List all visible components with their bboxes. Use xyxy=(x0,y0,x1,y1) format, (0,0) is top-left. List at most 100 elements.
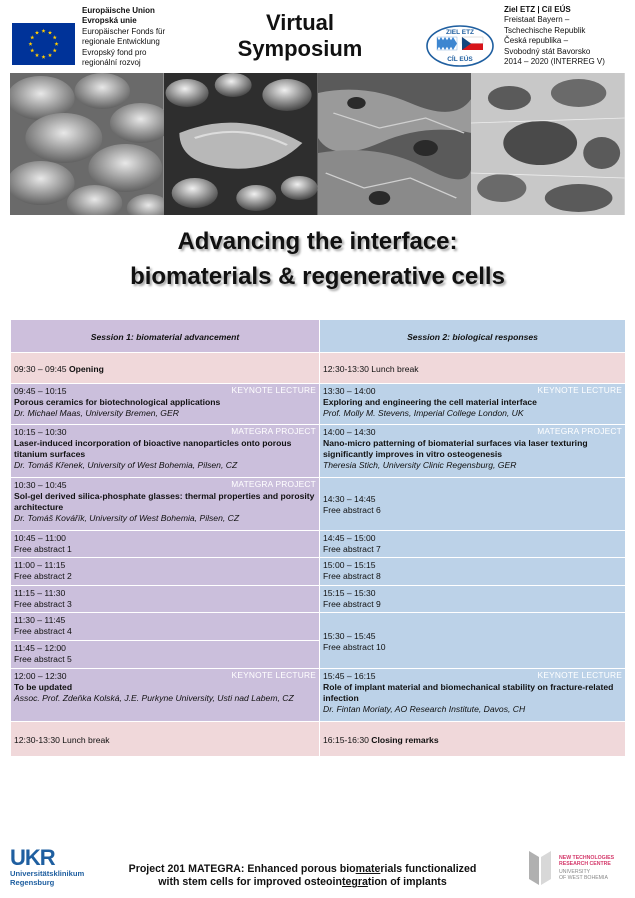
free-time: 11:45 – 12:00 xyxy=(14,643,66,653)
program-table: Session 1: biomaterial advancement 09:30… xyxy=(11,320,625,757)
free-abstract-row: 11:45 – 12:00 Free abstract 5 xyxy=(11,641,319,669)
ntc-university: UNIVERSITY OF WEST BOHEMIA xyxy=(559,869,629,882)
ziel-logo-bottom-text: CÍL EÚS xyxy=(447,54,473,63)
event-title-line1: Virtual xyxy=(265,10,335,35)
session2-column: Session 2: biological responses 12:30-13… xyxy=(320,320,625,757)
session2-header: Session 2: biological responses xyxy=(320,320,625,353)
free-time: 14:45 – 15:00 xyxy=(323,533,376,543)
main-title: Advancing the interface: biomaterials & … xyxy=(0,224,635,294)
talk-speaker: Dr. Michael Maas, University Bremen, GER xyxy=(14,408,179,418)
ntc-mark-icon xyxy=(529,851,551,885)
closing-label: Closing remarks xyxy=(371,734,439,745)
free-abstract-row: 15:00 – 15:15 Free abstract 8 xyxy=(320,558,625,586)
talk-speaker: Theresia Stich, University Clinic Regens… xyxy=(323,460,517,470)
talk-title: Laser-induced incorporation of bioactive… xyxy=(14,438,292,459)
free-label: Free abstract 5 xyxy=(14,654,72,664)
talk-row: 12:00 – 12:30 KEYNOTE LECTURE To be upda… xyxy=(11,669,319,722)
eu-line: Europäischer Fonds für xyxy=(82,26,166,36)
micrograph-strip xyxy=(10,73,625,215)
project-line2: with stem cells for improved osteointegr… xyxy=(100,876,505,889)
eu-line: Europäische Union xyxy=(82,6,155,15)
event-title-line2: Symposium xyxy=(237,36,363,61)
free-abstract-row: 14:45 – 15:00 Free abstract 7 xyxy=(320,531,625,558)
free-time: 14:30 – 14:45 xyxy=(323,494,376,504)
project-text-part: with stem cells for improved osteoin xyxy=(158,876,342,888)
lunch-label: 12:30-13:30 Lunch break xyxy=(14,734,110,745)
free-abstract-row: 14:30 – 14:45 Free abstract 6 xyxy=(320,478,625,531)
eu-line: regionale Entwicklung xyxy=(82,37,160,47)
talk-row: 14:00 – 14:30 MATEGRA PROJECT Nano-micro… xyxy=(320,425,625,478)
talk-title: Sol-gel derived silica-phosphate glasses… xyxy=(14,491,315,512)
free-time: 10:45 – 11:00 xyxy=(14,533,66,543)
project-description: Project 201 MATEGRA: Enhanced porous bio… xyxy=(100,863,505,889)
free-label: Free abstract 10 xyxy=(323,641,386,652)
ntc-logo: NEW TECHNOLOGIES RESEARCH CENTRE UNIVERS… xyxy=(527,845,627,890)
project-underlined-part: mate xyxy=(355,863,381,875)
ukr-logo-mark: UKR xyxy=(10,845,56,870)
free-time: 15:15 – 15:30 xyxy=(323,588,376,598)
free-abstract-row: 15:30 – 15:45 Free abstract 10 xyxy=(320,613,625,669)
free-label: Free abstract 1 xyxy=(14,544,72,554)
ziel-etz-logo: ZIEL ETZ CÍL EÚS xyxy=(425,24,495,68)
talk-tag: KEYNOTE LECTURE xyxy=(537,385,622,395)
closing-time: 16:15-16:30 xyxy=(323,734,369,745)
talk-speaker: Prof. Molly M. Stevens, Imperial College… xyxy=(323,408,524,418)
eu-fund-text: Europäische Union Evropská unie Europäis… xyxy=(82,6,232,68)
ziel-line: Freistaat Bayern – xyxy=(504,15,570,25)
talk-speaker: Dr. Fintan Moriaty, AO Research Institut… xyxy=(323,704,526,714)
free-label: Free abstract 2 xyxy=(14,571,72,581)
free-abstract-row: 10:45 – 11:00 Free abstract 1 xyxy=(11,531,319,558)
ntc-line: RESEARCH CENTRE xyxy=(559,861,611,868)
session1-column: Session 1: biomaterial advancement 09:30… xyxy=(11,320,319,757)
free-abstract-row: 15:15 – 15:30 Free abstract 9 xyxy=(320,586,625,613)
talk-title: Role of implant material and biomechanic… xyxy=(323,682,614,703)
talk-row: 09:45 – 10:15 KEYNOTE LECTURE Porous cer… xyxy=(11,384,319,425)
free-time: 15:00 – 15:15 xyxy=(323,560,376,570)
free-label: Free abstract 9 xyxy=(323,599,381,609)
opening-label: Opening xyxy=(68,363,104,374)
talk-row: 10:15 – 10:30 MATEGRA PROJECT Laser-indu… xyxy=(11,425,319,478)
talk-tag: KEYNOTE LECTURE xyxy=(537,670,622,680)
ziel-line: Ziel ETZ | Cíl EÚS xyxy=(504,5,571,14)
eu-line: regionální rozvoj xyxy=(82,58,141,68)
ntc-line: OF WEST BOHEMIA xyxy=(559,875,608,882)
talk-tag: MATEGRA PROJECT xyxy=(231,479,316,489)
free-label: Free abstract 4 xyxy=(14,626,72,636)
ziel-line: Svobodný stát Bavorsko xyxy=(504,46,591,56)
project-line1: Project 201 MATEGRA: Enhanced porous bio… xyxy=(100,863,505,876)
ziel-line: Česká republika – xyxy=(504,36,569,46)
free-label: Free abstract 7 xyxy=(323,544,381,554)
lunch-label: 12:30-13:30 Lunch break xyxy=(323,363,419,374)
opening-row: 09:30 – 09:45 Opening xyxy=(11,353,319,384)
talk-tag: MATEGRA PROJECT xyxy=(231,426,316,436)
ntc-title: NEW TECHNOLOGIES RESEARCH CENTRE xyxy=(559,855,629,868)
micrograph-image-2 xyxy=(163,73,318,215)
talk-tag: MATEGRA PROJECT xyxy=(537,426,622,436)
project-text-part: tion of implants xyxy=(367,876,447,888)
micrograph-image-3 xyxy=(317,73,472,215)
lunch-row: 12:30-13:30 Lunch break xyxy=(11,722,319,757)
free-label: Free abstract 3 xyxy=(14,599,72,609)
project-text-part: Project 201 MATEGRA: Enhanced porous bio xyxy=(128,863,356,875)
talk-title: Nano-micro patterning of biomaterial sur… xyxy=(323,438,588,459)
free-abstract-row: 11:30 – 11:45 Free abstract 4 xyxy=(11,613,319,641)
main-title-line2: biomaterials & regenerative cells xyxy=(130,263,505,290)
micrograph-image-4 xyxy=(471,73,625,215)
talk-row: 10:30 – 10:45 MATEGRA PROJECT Sol-gel de… xyxy=(11,478,319,531)
ukr-logo: UKR Universitätsklinikum Regensburg xyxy=(10,847,90,892)
talk-row: 15:45 – 16:15 KEYNOTE LECTURE Role of im… xyxy=(320,669,625,722)
talk-speaker: Assoc. Prof. Zdeňka Kolská, J.E. Purkyne… xyxy=(14,693,294,703)
eu-line: Evropský fond pro xyxy=(82,47,147,57)
eu-line: Evropská unie xyxy=(82,16,137,26)
event-title: Virtual Symposium xyxy=(230,10,370,62)
free-time: 11:15 – 11:30 xyxy=(14,588,66,598)
ukr-line2: Regensburg xyxy=(10,878,55,887)
lunch-row: 12:30-13:30 Lunch break xyxy=(320,353,625,384)
ziel-line: 2014 – 2020 (INTERREG V) xyxy=(504,57,605,67)
micrograph-image-1 xyxy=(10,73,164,215)
talk-tag: KEYNOTE LECTURE xyxy=(231,385,316,395)
talk-speaker: Dr. Tomáš Křenek, University of West Boh… xyxy=(14,460,238,470)
project-underlined-part: tegra xyxy=(341,876,368,888)
project-text-part: rials functionalized xyxy=(380,863,477,875)
interreg-text: Ziel ETZ | Cíl EÚS Freistaat Bayern – Ts… xyxy=(504,5,634,67)
